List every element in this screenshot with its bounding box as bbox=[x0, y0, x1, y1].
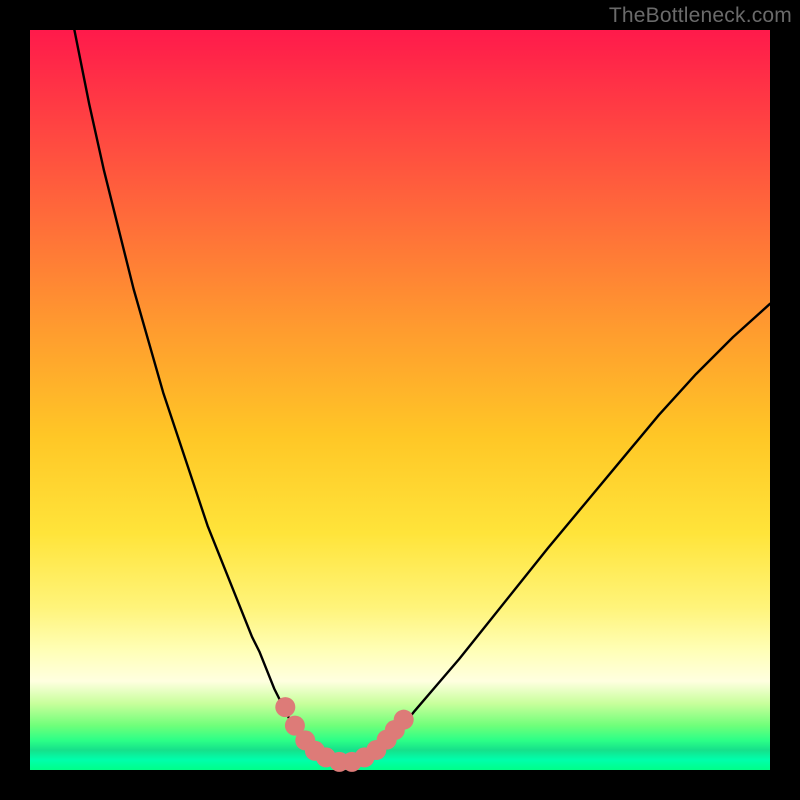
curve-marker bbox=[394, 710, 414, 730]
curve-markers bbox=[275, 697, 413, 772]
watermark-text: TheBottleneck.com bbox=[609, 4, 792, 28]
plot-area bbox=[30, 30, 770, 770]
bottleneck-curve-svg bbox=[30, 30, 770, 770]
curve-marker bbox=[275, 697, 295, 717]
chart-frame: TheBottleneck.com bbox=[0, 0, 800, 800]
bottleneck-curve-path bbox=[74, 30, 770, 763]
